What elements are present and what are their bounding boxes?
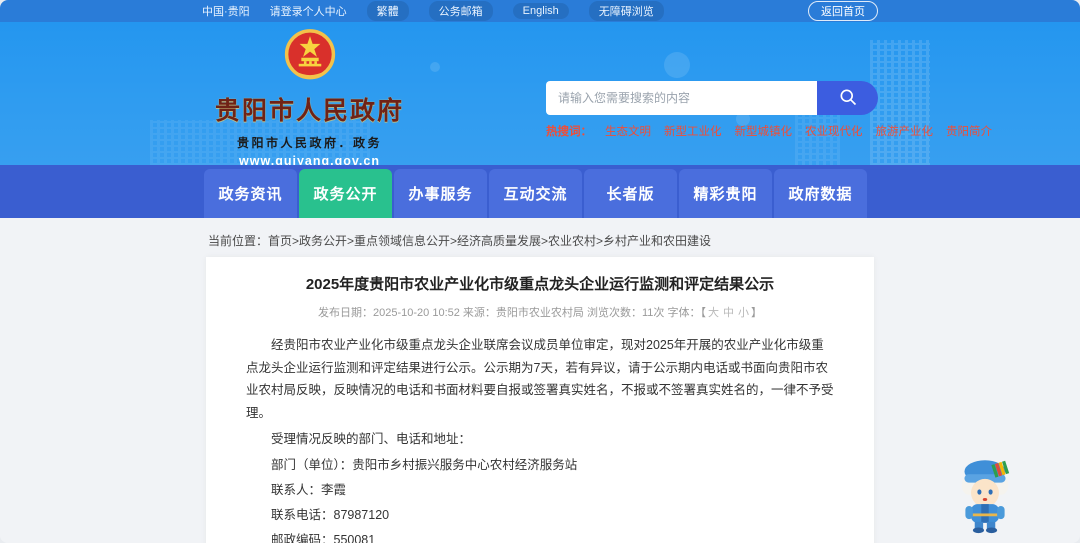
topbar-link-china-guiyang[interactable]: 中国·贵阳: [202, 3, 250, 19]
hot-word-urbanization[interactable]: 新型城镇化: [735, 123, 793, 139]
search-button[interactable]: [817, 81, 878, 115]
tab-zhengwu-zixun[interactable]: 政务资讯: [204, 169, 297, 218]
article-card: 2025年度贵阳市农业产业化市级重点龙头企业运行监测和评定结果公示 发布日期：2…: [206, 257, 874, 543]
main-content: 当前位置：首页>政务公开>重点领域信息公开>经济高质量发展>农业农村>乡村产业和…: [0, 218, 1080, 543]
tab-banshi-fuwu[interactable]: 办事服务: [394, 169, 487, 218]
hot-word-agriculture[interactable]: 农业现代化: [805, 123, 863, 139]
site-url: www.guiyang.gov.cn: [239, 154, 380, 165]
font-size-medium-button[interactable]: 中: [723, 307, 734, 319]
return-home-button[interactable]: 返回首页: [808, 1, 878, 21]
site-header: 贵阳市人民政府 贵阳市人民政府．政务 www.guiyang.gov.cn 请输…: [0, 22, 1080, 165]
browser-window: 中国·贵阳 请登录个人中心 繁體 公务邮箱 English 无障碍浏览 返回首页: [0, 0, 1080, 543]
national-emblem-icon: [284, 28, 336, 89]
tab-hudong-jiaoliu[interactable]: 互动交流: [489, 169, 582, 218]
tab-zhengwu-gongkai[interactable]: 政务公开: [299, 169, 392, 218]
meta-text: 发布日期：2025-10-20 10:52 来源：贵阳市农业农村局 浏览次数：1…: [318, 307, 665, 319]
font-size-small-button[interactable]: 小: [738, 307, 749, 319]
tab-zhangzhe-ban[interactable]: 长者版: [584, 169, 677, 218]
breadcrumb-path[interactable]: 首页>政务公开>重点领域信息公开>经济高质量发展>农业农村>乡村产业和农田建设: [268, 234, 711, 248]
topbar-link-login-personal-center[interactable]: 请登录个人中心: [270, 3, 347, 19]
topbar-link-official-mail[interactable]: 公务邮箱: [428, 1, 493, 21]
site-title: 贵阳市人民政府: [214, 98, 404, 125]
search-area: 热搜词： 生态文明 新型工业化 新型城镇化 农业现代化 旅游产业化 贵阳简介: [546, 22, 992, 165]
hot-word-guiyang-intro[interactable]: 贵阳简介: [946, 123, 992, 139]
font-size-bracket-close: 】: [750, 307, 762, 319]
hot-search-row: 热搜词： 生态文明 新型工业化 新型城镇化 农业现代化 旅游产业化 贵阳简介: [546, 123, 992, 139]
article-meta: 发布日期：2025-10-20 10:52 来源：贵阳市农业农村局 浏览次数：1…: [246, 304, 834, 320]
hot-word-tourism[interactable]: 旅游产业化: [876, 123, 934, 139]
search-input[interactable]: [546, 81, 817, 115]
article-body: 经贵阳市农业产业化市级重点龙头企业联席会议成员单位审定，现对2025年开展的农业…: [246, 334, 834, 543]
breadcrumb-label: 当前位置：: [208, 234, 269, 248]
contact-department: 部门（单位）：贵阳市乡村振兴服务中心农村经济服务站: [271, 458, 578, 472]
hot-word-ecology[interactable]: 生态文明: [605, 123, 651, 139]
contact-person: 联系人：李霞: [271, 483, 347, 498]
tab-jingcai-guiyang[interactable]: 精彩贵阳: [679, 169, 772, 218]
site-logo[interactable]: 贵阳市人民政府 贵阳市人民政府．政务 www.guiyang.gov.cn: [202, 22, 417, 165]
paragraph-contact-intro: 受理情况反映的部门、电话和地址：: [271, 432, 472, 446]
mascot-character-icon: [952, 460, 1018, 538]
contact-postcode: 邮政编码：550081: [271, 533, 376, 543]
tab-zhengfu-shuju[interactable]: 政府数据: [774, 169, 867, 218]
font-size-large-button[interactable]: 大: [708, 307, 719, 319]
site-subtitle: 贵阳市人民政府．政务: [236, 136, 382, 150]
hot-word-industrialization[interactable]: 新型工业化: [664, 123, 722, 139]
hot-search-label: 热搜词：: [546, 126, 592, 138]
font-size-label: 字体：【: [667, 307, 706, 319]
skyline-decoration: [870, 40, 930, 165]
paragraph-announcement: 经贵阳市农业产业化市级重点龙头企业联席会议成员单位审定，现对2025年开展的农业…: [246, 338, 834, 420]
topbar-link-accessibility[interactable]: 无障碍浏览: [588, 1, 664, 21]
contact-phone: 联系电话：87987120: [271, 508, 390, 523]
mascot-assistant[interactable]: [952, 450, 1018, 534]
breadcrumb: 当前位置：首页>政务公开>重点领域信息公开>经济高质量发展>农业农村>乡村产业和…: [206, 228, 874, 257]
topbar-link-english[interactable]: English: [512, 3, 569, 19]
topbar-link-traditional-chinese[interactable]: 繁體: [366, 1, 409, 21]
search-icon: [838, 87, 858, 110]
article-title: 2025年度贵阳市农业产业化市级重点龙头企业运行监测和评定结果公示: [305, 276, 775, 293]
primary-nav: 政务资讯 政务公开 办事服务 互动交流 长者版 精彩贵阳 政府数据: [0, 165, 1080, 218]
top-utility-bar: 中国·贵阳 请登录个人中心 繁體 公务邮箱 English 无障碍浏览 返回首页: [0, 0, 1080, 22]
